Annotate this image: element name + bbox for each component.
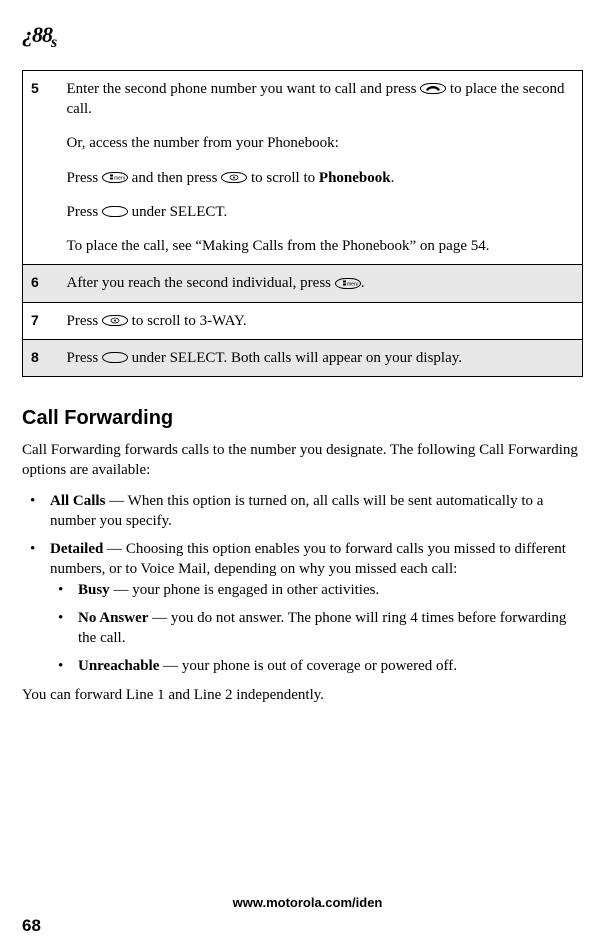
step-number: 6 (23, 265, 57, 302)
sub-bullet-item: Busy — your phone is engaged in other ac… (50, 580, 583, 600)
sub-bullet-item: Unreachable — your phone is out of cover… (50, 656, 583, 676)
step-row: 8 Press under SELECT. Both calls will app… (23, 339, 583, 376)
blank-icon (102, 352, 128, 363)
bullet-item: All Calls — When this option is turned o… (22, 491, 583, 532)
step-paragraph: Press to scroll to 3-WAY. (67, 311, 573, 331)
sub-bullet-text: — your phone is engaged in other activit… (110, 582, 380, 598)
step-number: 7 (23, 302, 57, 339)
sub-bullet-text: — your phone is out of coverage or power… (159, 658, 457, 674)
paragraph-segment: under SELECT. (128, 204, 227, 220)
bullet-text: — Choosing this option enables you to fo… (50, 541, 566, 577)
step-paragraph: Press under SELECT. (67, 202, 573, 222)
paragraph-segment: and then press (128, 170, 221, 186)
paragraph-segment: under SELECT. Both calls will appear on … (128, 350, 462, 366)
svg-text:menu: menu (347, 281, 358, 287)
footer-url: www.motorola.com/iden (0, 894, 615, 912)
step-paragraph: Press menu and then press to scroll to P… (67, 168, 573, 188)
step-paragraph: Or, access the number from your Phoneboo… (67, 133, 573, 153)
paragraph-segment: . (361, 275, 365, 291)
step-content: Press to scroll to 3-WAY. (57, 302, 583, 339)
paragraph-segment: to scroll to (247, 170, 319, 186)
step-paragraph: After you reach the second individual, p… (67, 273, 573, 293)
steps-table: 5 Enter the second phone number you want … (22, 70, 583, 377)
sub-bullet-bold-term: No Answer (78, 610, 148, 626)
step-content: Enter the second phone number you want t… (57, 70, 583, 265)
bullet-bold-term: Detailed (50, 541, 103, 557)
paragraph-segment: Enter the second phone number you want t… (67, 81, 421, 97)
bold-term: Phonebook (319, 170, 391, 186)
step-row: 5 Enter the second phone number you want … (23, 70, 583, 265)
paragraph-segment: Press (67, 313, 102, 329)
intro-paragraph: Call Forwarding forwards calls to the nu… (22, 440, 583, 481)
step-number: 8 (23, 339, 57, 376)
menu-icon: menu (335, 278, 361, 289)
step-paragraph: Press under SELECT. Both calls will appe… (67, 348, 573, 368)
sub-bullet-item: No Answer — you do not answer. The phone… (50, 608, 583, 649)
paragraph-segment: . (391, 170, 395, 186)
blank-icon (102, 206, 128, 217)
sub-bullet-text: — you do not answer. The phone will ring… (78, 610, 566, 646)
paragraph-text: To place the call, see “Making Calls fro… (67, 238, 490, 254)
step-row: 6 After you reach the second individual, … (23, 265, 583, 302)
paragraph-segment: Press (67, 350, 102, 366)
sub-bullet-bold-term: Unreachable (78, 658, 159, 674)
step-number: 5 (23, 70, 57, 265)
step-content: Press under SELECT. Both calls will appe… (57, 339, 583, 376)
closing-paragraph: You can forward Line 1 and Line 2 indepe… (22, 685, 583, 705)
paragraph-segment: to scroll to 3-WAY. (128, 313, 247, 329)
paragraph-segment: After you reach the second individual, p… (67, 275, 335, 291)
step-paragraph: Enter the second phone number you want t… (67, 79, 573, 120)
menu-icon: menu (102, 172, 128, 183)
logo-suffix: s (51, 34, 56, 51)
paragraph-text: Or, access the number from your Phoneboo… (67, 135, 339, 151)
step-paragraph: To place the call, see “Making Calls fro… (67, 236, 573, 256)
sub-bullets-list: Busy — your phone is engaged in other ac… (50, 580, 583, 677)
bullet-bold-term: All Calls (50, 493, 105, 509)
section-heading: Call Forwarding (22, 405, 583, 432)
svg-text:menu: menu (114, 175, 125, 181)
phone-icon (420, 83, 446, 94)
logo-main: ¿88 (22, 22, 52, 47)
bullet-text: — When this option is turned on, all cal… (50, 493, 543, 529)
device-logo: ¿88s (22, 20, 583, 54)
step-content: After you reach the second individual, p… (57, 265, 583, 302)
step-row: 7 Press to scroll to 3-WAY. (23, 302, 583, 339)
bullet-item: Detailed — Choosing this option enables … (22, 539, 583, 677)
bullets-list: All Calls — When this option is turned o… (22, 491, 583, 677)
nav-icon (221, 172, 247, 183)
page-number: 68 (22, 915, 41, 938)
sub-bullet-bold-term: Busy (78, 582, 110, 598)
paragraph-segment: Press (67, 170, 102, 186)
nav-icon (102, 315, 128, 326)
paragraph-segment: Press (67, 204, 102, 220)
